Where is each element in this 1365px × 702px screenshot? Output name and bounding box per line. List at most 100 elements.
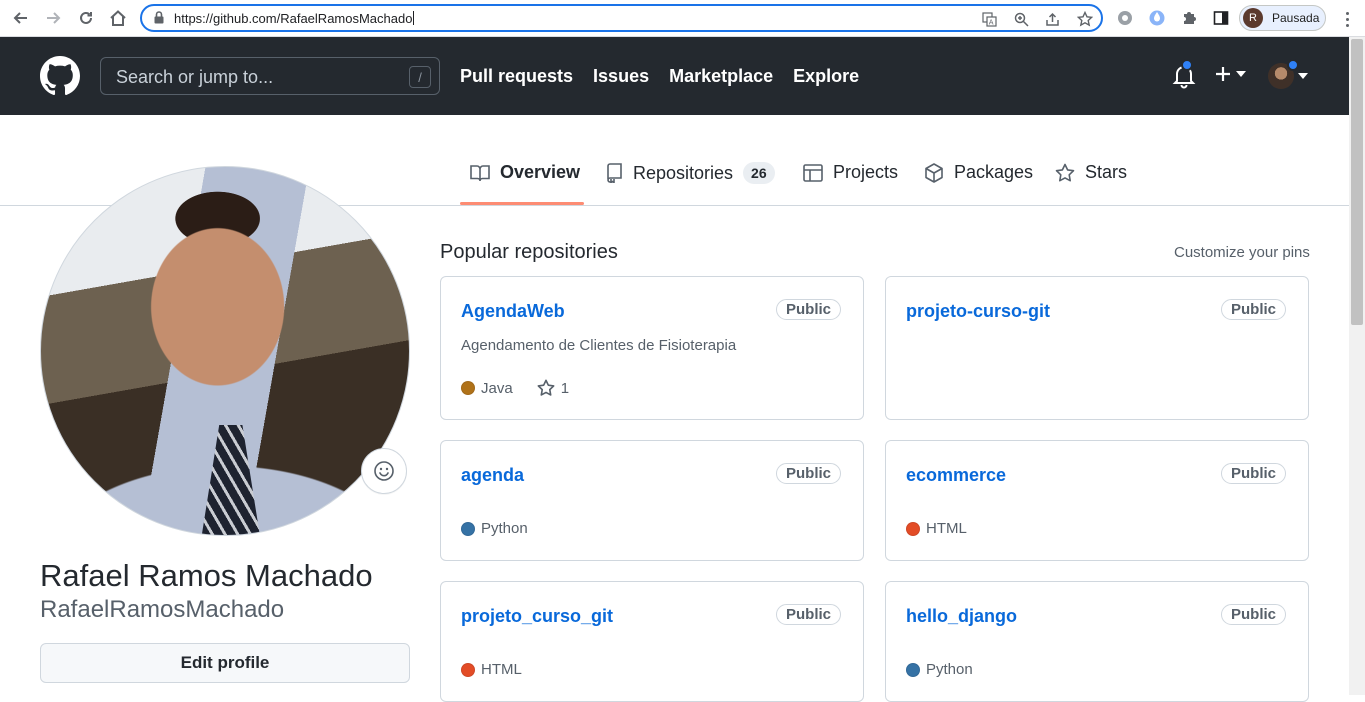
repo-meta: HTML [906, 520, 967, 537]
pinned-repo-card: hello_django Public Python [885, 581, 1309, 702]
tab-label: Overview [500, 162, 581, 182]
repo-star-count: 1 [560, 379, 570, 397]
search-shortcut-key: / [409, 66, 431, 88]
status-indicator [1287, 59, 1299, 71]
repo-name-link[interactable]: AgendaWeb [461, 301, 565, 322]
create-new-dropdown[interactable] [1214, 65, 1246, 83]
book-icon [470, 164, 490, 181]
language-color-dot [461, 662, 475, 677]
language-color-dot [461, 521, 475, 536]
github-header: Search or jump to... / Pull requests Iss… [0, 37, 1349, 115]
smiley-icon [374, 461, 394, 481]
github-logo-icon[interactable] [40, 56, 80, 101]
share-icon[interactable] [1044, 11, 1062, 27]
repo-name-link[interactable]: projeto_curso_git [461, 606, 613, 627]
extensions-puzzle-icon[interactable] [1179, 8, 1199, 28]
user-menu[interactable] [1268, 59, 1308, 89]
repo-name-link[interactable]: hello_django [906, 606, 1017, 627]
package-icon [925, 162, 943, 183]
tab-label: Projects [833, 162, 899, 182]
visibility-badge: Public [1220, 604, 1286, 625]
set-status-button[interactable] [361, 448, 407, 494]
tab-overview[interactable]: Overview [470, 162, 580, 183]
caret-down-icon [1298, 73, 1308, 79]
repo-name-link[interactable]: ecommerce [906, 465, 1006, 486]
tab-projects[interactable]: Projects [803, 162, 898, 183]
pinned-repo-card: ecommerce Public HTML [885, 440, 1309, 561]
repo-language: Java [481, 379, 513, 397]
tab-repositories[interactable]: Repositories 26 [605, 162, 775, 184]
extension-gear-icon[interactable] [1115, 8, 1135, 28]
tab-label: Repositories [633, 162, 734, 183]
notification-indicator [1181, 59, 1193, 71]
repo-language: Python [926, 661, 973, 678]
tab-packages[interactable]: Packages [924, 162, 1033, 183]
visibility-badge: Public [775, 463, 841, 484]
plus-icon [1216, 67, 1230, 81]
selected-tab-indicator [460, 202, 584, 205]
profile-status: Pausada [1272, 11, 1320, 25]
search-placeholder: Search or jump to... [116, 67, 274, 87]
repo-meta: Java 1 [461, 379, 569, 397]
nav-pull-requests[interactable]: Pull requests [460, 66, 573, 87]
pinned-repo-card: AgendaWeb Public Agendamento de Clientes… [440, 276, 864, 420]
translate-icon[interactable]: A [980, 11, 998, 27]
global-nav: Pull requests Issues Marketplace Explore [460, 66, 859, 87]
nav-marketplace[interactable]: Marketplace [669, 66, 773, 87]
side-panel-icon[interactable] [1211, 8, 1231, 28]
edit-profile-button[interactable]: Edit profile [40, 643, 410, 683]
extension-drop-icon[interactable] [1147, 8, 1167, 28]
visibility-badge: Public [775, 604, 841, 625]
star-icon [537, 379, 555, 396]
nav-explore[interactable]: Explore [793, 66, 859, 87]
back-icon[interactable] [8, 6, 34, 30]
profile-username: RafaelRamosMachado [40, 596, 285, 623]
tab-stars[interactable]: Stars [1055, 162, 1127, 183]
pinned-repo-card: agenda Public Python [440, 440, 864, 561]
repo-description: Agendamento de Clientes de Fisioterapia [461, 337, 737, 354]
star-icon [1055, 163, 1075, 181]
repo-meta: Python [461, 520, 528, 537]
visibility-badge: Public [775, 299, 841, 320]
reload-icon[interactable] [73, 6, 99, 30]
repo-language: HTML [926, 520, 967, 537]
repo-name-link[interactable]: projeto-curso-git [906, 301, 1050, 322]
home-icon[interactable] [105, 6, 131, 30]
repo-icon [607, 163, 622, 183]
repo-language: Python [481, 520, 528, 537]
pinned-repo-card: projeto_curso_git Public HTML [440, 581, 864, 702]
repo-name-link[interactable]: agenda [461, 465, 524, 486]
notifications-bell-icon[interactable] [1172, 59, 1196, 94]
zoom-icon[interactable] [1012, 11, 1030, 27]
profile-full-name: Rafael Ramos Machado [40, 558, 373, 593]
forward-icon[interactable] [40, 6, 66, 30]
table-icon [803, 163, 823, 182]
tab-label: Packages [954, 162, 1034, 182]
repositories-count-badge: 26 [743, 162, 775, 184]
address-bar[interactable]: https://github.com/RafaelRamosMachado A [140, 4, 1103, 32]
pinned-repo-card: projeto-curso-git Public [885, 276, 1309, 420]
scrollbar-thumb[interactable] [1351, 39, 1363, 325]
browser-toolbar: https://github.com/RafaelRamosMachado A … [0, 0, 1365, 37]
bookmark-star-icon[interactable] [1076, 11, 1094, 27]
profile-avatar: R [1243, 8, 1263, 28]
lock-icon [154, 11, 164, 29]
search-input[interactable]: Search or jump to... / [100, 57, 440, 95]
svg-text:A: A [988, 18, 993, 26]
profile-avatar-large[interactable] [40, 166, 410, 536]
browser-profile-button[interactable]: R Pausada [1239, 5, 1326, 31]
page-scrollbar[interactable] [1349, 37, 1365, 695]
language-color-dot [906, 662, 920, 677]
visibility-badge: Public [1220, 463, 1286, 484]
url-text[interactable]: https://github.com/RafaelRamosMachado [174, 11, 414, 26]
nav-issues[interactable]: Issues [593, 66, 649, 87]
repo-language: HTML [481, 661, 522, 678]
language-color-dot [461, 381, 475, 395]
language-color-dot [906, 521, 920, 536]
visibility-badge: Public [1220, 299, 1286, 320]
repo-stargazers-link[interactable]: 1 [537, 379, 569, 397]
tab-label: Stars [1085, 162, 1128, 182]
customize-pins-link[interactable]: Customize your pins [1174, 244, 1310, 261]
repo-meta: Python [906, 661, 973, 678]
chrome-menu-icon[interactable] [1339, 9, 1355, 29]
